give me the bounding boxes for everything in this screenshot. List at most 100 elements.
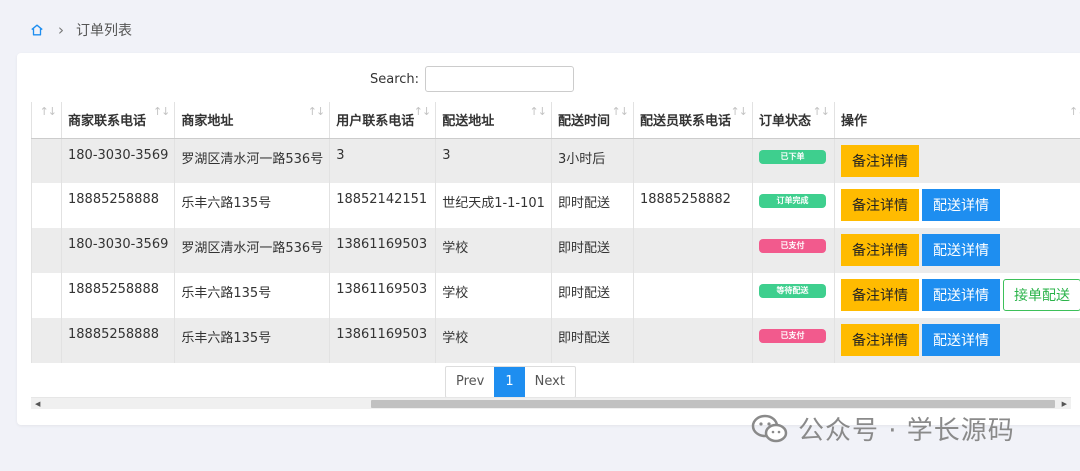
merchant-phone-cell: 180-3030-3569: [60, 228, 175, 273]
delivery-address-cell: 学校: [435, 273, 552, 318]
breadcrumb-current: 订单列表: [76, 23, 132, 39]
delivery-address-cell: 3: [435, 138, 552, 183]
status-badge: 等待配送: [758, 284, 826, 298]
table-header-row: ↑↓ 商家联系电话 ↑↓ 商家地址 ↑↓ 用户联系电话 ↑↓ 配送地址 ↑↓ 配送时间 ↑…: [31, 102, 1080, 139]
column-header-user-phone[interactable]: 用户联系电话 ↑↓: [329, 102, 436, 139]
scroll-right-icon[interactable]: ▶: [1062, 398, 1067, 410]
sort-icon[interactable]: ↑↓: [731, 105, 748, 118]
status-badge: 已下单: [758, 149, 826, 164]
truncated-cell: [31, 138, 62, 183]
sort-icon[interactable]: ↑↓: [414, 105, 431, 118]
page-1-button[interactable]: 1: [494, 367, 525, 397]
delivery-time-cell: 即时配送: [550, 183, 634, 228]
delivery-address-cell: 学校: [435, 318, 552, 363]
user-phone-cell: 18852142151: [329, 183, 436, 228]
actions-cell: 备注详情 配送详情: [833, 228, 1080, 273]
merchant-phone-cell: 18885258888: [60, 318, 175, 363]
truncated-cell: [31, 273, 62, 318]
user-phone-cell: 13861169503: [329, 228, 436, 273]
column-header-delivery-time[interactable]: 配送时间 ↑↓: [550, 102, 634, 139]
watermark: 公众号 · 学长源码: [750, 410, 1015, 447]
user-phone-cell: 13861169503: [329, 318, 436, 363]
status-cell: 已支付: [751, 228, 835, 273]
table-row: 180-3030-3569 罗湖区清水河一路536号 3 3 3小时后 已下单 备注详情: [31, 138, 1080, 183]
column-header-merchant-address[interactable]: 商家地址 ↑↓: [174, 102, 330, 139]
home-icon[interactable]: [30, 23, 44, 37]
sort-icon[interactable]: ↑↓: [813, 105, 830, 118]
courier-phone-cell: [632, 318, 753, 363]
actions-cell: 备注详情 配送详情: [833, 183, 1080, 228]
merchant-phone-cell: 180-3030-3569: [60, 138, 175, 183]
order-list-card: Search: ↑↓ 商家联系电话 ↑↓ 商家地址 ↑↓ 用户联系电话 ↑↓ 配送地址…: [17, 53, 1080, 425]
status-cell: 等待配送: [751, 273, 835, 318]
wechat-icon: [751, 414, 788, 442]
search-label: Search:: [370, 71, 420, 87]
remark-details-button[interactable]: 备注详情: [840, 324, 919, 356]
column-header-merchant-phone[interactable]: 商家联系电话 ↑↓: [60, 102, 175, 139]
next-button[interactable]: Next: [525, 367, 575, 397]
delivery-time-cell: 3小时后: [550, 138, 634, 183]
delivery-details-button[interactable]: 配送详情: [921, 234, 1000, 266]
status-cell: 订单完成: [751, 183, 835, 228]
delivery-details-button[interactable]: 配送详情: [921, 189, 1000, 221]
delivery-time-cell: 即时配送: [550, 273, 634, 318]
remark-details-button[interactable]: 备注详情: [840, 144, 919, 177]
column-header-delivery-address[interactable]: 配送地址 ↑↓: [435, 102, 552, 139]
breadcrumb: › 订单列表: [30, 20, 132, 40]
status-cell: 已支付: [751, 318, 835, 363]
search-row: Search:: [370, 66, 575, 92]
table-row: 18885258888 乐丰六路135号 13861169503 学校 即时配送 已支付备…: [31, 318, 1080, 363]
delivery-time-cell: 即时配送: [550, 228, 634, 273]
sort-icon[interactable]: ↑↓: [153, 105, 170, 118]
remark-details-button[interactable]: 备注详情: [840, 234, 919, 266]
merchant-address-cell: 乐丰六路135号: [174, 183, 330, 228]
truncated-cell: [31, 228, 62, 273]
scrollbar-thumb[interactable]: [371, 400, 1055, 408]
sort-icon[interactable]: ↑↓: [530, 105, 547, 118]
column-header-order-status[interactable]: 订单状态 ↑↓: [751, 102, 835, 139]
scroll-left-icon[interactable]: ◀: [35, 398, 40, 410]
courier-phone-cell: [632, 273, 753, 318]
column-header-courier-phone[interactable]: 配送员联系电话 ↑↓: [632, 102, 753, 139]
horizontal-scrollbar[interactable]: ◀ ▶: [31, 397, 1071, 409]
user-phone-cell: 3: [329, 138, 436, 183]
column-header-actions[interactable]: 操作↑↓: [833, 102, 1080, 139]
prev-button[interactable]: Prev: [446, 367, 494, 397]
user-phone-cell: 13861169503: [329, 273, 436, 318]
actions-cell: 备注详情 配送详情: [833, 318, 1080, 363]
sort-icon[interactable]: ↑↓: [1069, 105, 1080, 118]
accept-delivery-button[interactable]: 接单配送: [1002, 279, 1080, 311]
merchant-address-cell: 乐丰六路135号: [174, 273, 330, 318]
merchant-phone-cell: 18885258888: [60, 273, 175, 318]
merchant-address-cell: 罗湖区清水河一路536号: [174, 138, 330, 183]
sort-icon[interactable]: ↑↓: [40, 105, 57, 118]
table-wrapper: ↑↓ 商家联系电话 ↑↓ 商家地址 ↑↓ 用户联系电话 ↑↓ 配送地址 ↑↓ 配送时间 ↑…: [31, 102, 1080, 392]
courier-phone-cell: 18885258882: [632, 183, 753, 228]
truncated-cell: [31, 318, 62, 363]
status-cell: 已下单: [751, 138, 835, 183]
delivery-address-cell: 学校: [435, 228, 552, 273]
status-badge: 已支付: [758, 329, 826, 343]
delivery-time-cell: 即时配送: [550, 318, 634, 363]
orders-table: ↑↓ 商家联系电话 ↑↓ 商家地址 ↑↓ 用户联系电话 ↑↓ 配送地址 ↑↓ 配送时间 ↑…: [31, 102, 1080, 363]
delivery-address-cell: 世纪天成1-1-101: [435, 183, 552, 228]
status-badge: 已支付: [758, 239, 826, 253]
delivery-details-button[interactable]: 配送详情: [921, 324, 1000, 356]
remark-details-button[interactable]: 备注详情: [840, 189, 919, 221]
table-row: 18885258888 乐丰六路135号 18852142151 世纪天成1-1-10…: [31, 183, 1080, 228]
courier-phone-cell: [632, 138, 753, 183]
column-header-truncated[interactable]: ↑↓: [31, 102, 62, 139]
merchant-address-cell: 罗湖区清水河一路536号: [174, 228, 330, 273]
table-row: 180-3030-3569 罗湖区清水河一路536号 13861169503 学校 即时…: [31, 228, 1080, 273]
watermark-text: 公众号 · 学长源码: [798, 416, 1015, 446]
status-badge: 订单完成: [758, 194, 826, 208]
search-input[interactable]: [425, 66, 575, 92]
merchant-phone-cell: 18885258888: [60, 183, 175, 228]
sort-icon[interactable]: ↑↓: [612, 105, 629, 118]
truncated-cell: [31, 183, 62, 228]
actions-cell: 备注详情 配送详情 接单配送: [833, 273, 1080, 318]
sort-icon[interactable]: ↑↓: [308, 105, 325, 118]
remark-details-button[interactable]: 备注详情: [840, 279, 919, 311]
delivery-details-button[interactable]: 配送详情: [921, 279, 1000, 311]
actions-cell: 备注详情: [833, 138, 1080, 183]
